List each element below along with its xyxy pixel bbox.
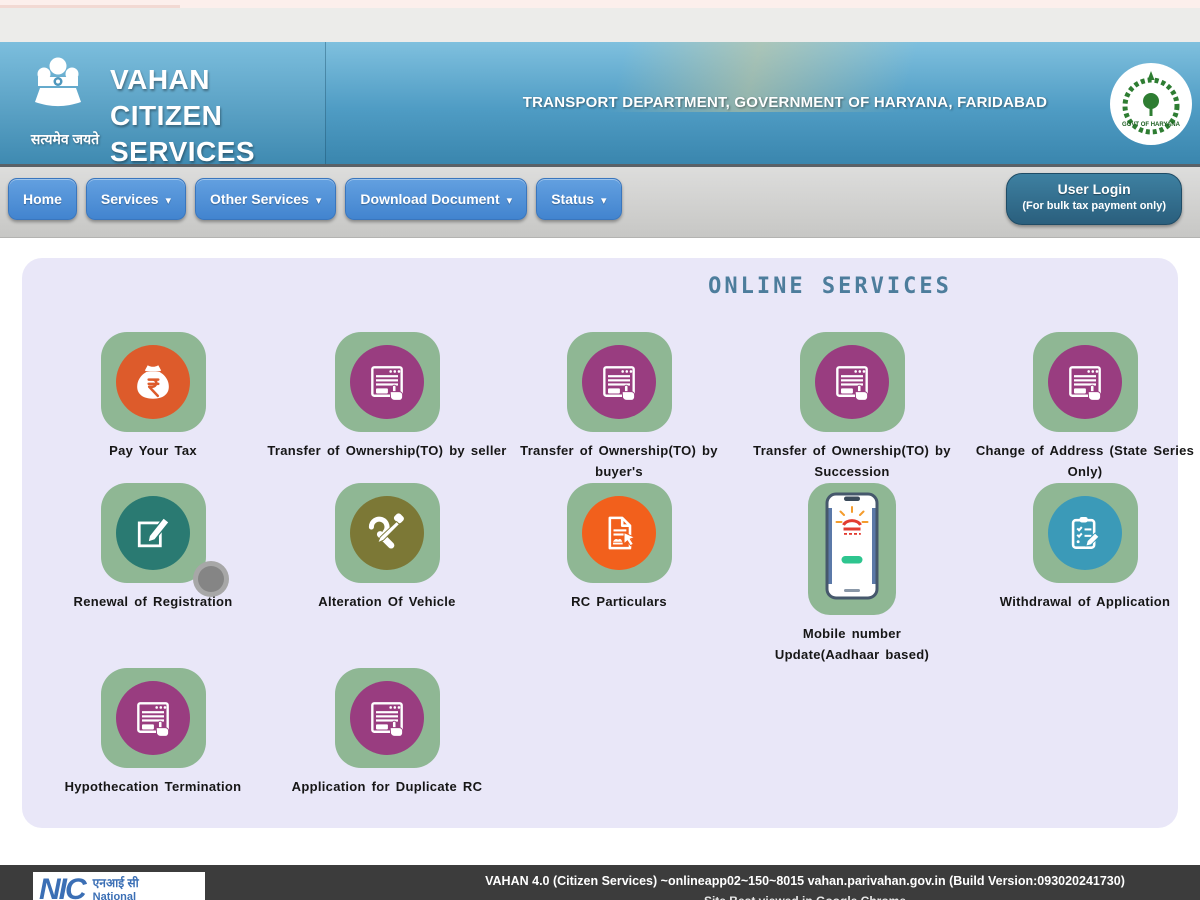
tile-label: Renewal of Registration xyxy=(33,591,273,612)
tile-box xyxy=(335,332,440,432)
footer-browser-note: Site Best viewed in Google Chrome xyxy=(410,894,1200,900)
nic-logo: NIC एनआई सी National xyxy=(33,872,205,900)
tile-label: Application for Duplicate RC xyxy=(267,776,507,797)
chevron-down-icon: ▾ xyxy=(316,194,322,207)
nav-services-button[interactable]: Services ▾ xyxy=(86,178,186,220)
user-login-label: User Login xyxy=(1022,181,1166,197)
nav-other-services-label: Other Services xyxy=(210,191,309,207)
online-services-panel: ONLINE SERVICES Pay Your Tax xyxy=(22,258,1178,828)
app-title-line2: SERVICES xyxy=(110,134,325,170)
edit-document-icon xyxy=(116,496,190,570)
tile-label: Withdrawal of Application xyxy=(965,591,1200,612)
nic-hindi-label: एनआई सी xyxy=(93,876,139,890)
page-title: ONLINE SERVICES xyxy=(690,274,970,299)
tile-box xyxy=(1033,483,1138,583)
tile-box xyxy=(335,483,440,583)
tile-label: Transfer of Ownership(TO) by seller xyxy=(267,440,507,461)
nav-download-document-button[interactable]: Download Document ▾ xyxy=(345,178,527,220)
header: सत्यमेव जयते VAHAN CITIZEN SERVICES TRAN… xyxy=(0,42,1200,167)
app-title: VAHAN CITIZEN SERVICES xyxy=(110,62,325,170)
tile-box xyxy=(567,332,672,432)
user-login-sublabel: (For bulk tax payment only) xyxy=(1022,200,1166,212)
tile-box xyxy=(808,483,896,615)
service-tile-pay-your-tax[interactable]: Pay Your Tax xyxy=(33,332,273,461)
tile-box xyxy=(101,668,206,768)
top-strip xyxy=(0,0,1200,8)
app-title-line1: VAHAN CITIZEN xyxy=(110,62,325,134)
tile-label: Alteration Of Vehicle xyxy=(267,591,507,612)
emblem-motto: सत्यमेव जयते xyxy=(10,130,120,149)
chevron-down-icon: ▾ xyxy=(166,194,172,207)
document-cursor-icon xyxy=(582,496,656,570)
service-tile-transfer-by-buyer[interactable]: Transfer of Ownership(TO) by buyer's xyxy=(499,332,739,482)
tile-label: Change of Address (State Series Only) xyxy=(965,440,1200,482)
nav-home-button[interactable]: Home xyxy=(8,178,77,220)
service-tile-transfer-by-succession[interactable]: Transfer of Ownership(TO) by Succession xyxy=(732,332,972,482)
browser-window-hand-icon xyxy=(582,345,656,419)
chevron-down-icon: ▾ xyxy=(507,194,513,207)
haryana-govt-logo: GOVT OF HARYANA xyxy=(1110,63,1192,145)
footer: NIC एनआई सी National VAHAN 4.0 (Citizen … xyxy=(0,865,1200,900)
aadhaar-phone-icon xyxy=(824,492,880,607)
clipboard-pencil-icon xyxy=(1048,496,1122,570)
footer-build-info: VAHAN 4.0 (Citizen Services) ~onlineapp0… xyxy=(410,874,1200,888)
tile-label: Mobile number Update(Aadhaar based) xyxy=(752,623,952,665)
tile-box xyxy=(567,483,672,583)
vahan-citizen-services-page: सत्यमेव जयते VAHAN CITIZEN SERVICES TRAN… xyxy=(0,0,1200,900)
tile-label: Hypothecation Termination xyxy=(33,776,273,797)
nav-services-label: Services xyxy=(101,191,159,207)
service-tile-withdrawal-of-application[interactable]: Withdrawal of Application xyxy=(965,483,1200,612)
rupee-money-bag-icon xyxy=(116,345,190,419)
national-emblem-icon xyxy=(26,50,90,131)
tile-label: Transfer of Ownership(TO) by buyer's xyxy=(499,440,739,482)
tile-label: Pay Your Tax xyxy=(33,440,273,461)
chevron-down-icon: ▾ xyxy=(601,194,607,207)
nav-download-document-label: Download Document xyxy=(360,191,499,207)
browser-window-hand-icon xyxy=(116,681,190,755)
service-tile-duplicate-rc[interactable]: Application for Duplicate RC xyxy=(267,668,507,797)
tile-box xyxy=(335,668,440,768)
tile-box xyxy=(1033,332,1138,432)
service-tile-renewal-of-registration[interactable]: Renewal of Registration xyxy=(33,483,273,612)
nic-english-label: National xyxy=(93,890,139,900)
browser-window-hand-icon xyxy=(1048,345,1122,419)
browser-window-hand-icon xyxy=(350,681,424,755)
service-tile-mobile-number-update[interactable]: Mobile number Update(Aadhaar based) xyxy=(732,483,972,665)
service-tile-rc-particulars[interactable]: RC Particulars xyxy=(499,483,739,612)
user-login-button[interactable]: User Login (For bulk tax payment only) xyxy=(1006,173,1182,225)
nic-logo-text: एनआई सी National xyxy=(93,876,139,900)
nav-status-label: Status xyxy=(551,191,594,207)
nic-logo-abbr: NIC xyxy=(39,875,85,900)
nav-status-button[interactable]: Status ▾ xyxy=(536,178,621,220)
navbar: Home Services ▾ Other Services ▾ Download … xyxy=(0,167,1200,238)
cursor-indicator xyxy=(193,561,229,597)
nav-home-label: Home xyxy=(23,191,62,207)
crossed-tools-icon xyxy=(350,496,424,570)
service-tile-hypothecation-termination[interactable]: Hypothecation Termination xyxy=(33,668,273,797)
tile-box xyxy=(101,332,206,432)
service-tile-alteration-of-vehicle[interactable]: Alteration Of Vehicle xyxy=(267,483,507,612)
haryana-logo-text: GOVT OF HARYANA xyxy=(1122,122,1181,128)
nav-other-services-button[interactable]: Other Services ▾ xyxy=(195,178,336,220)
browser-window-hand-icon xyxy=(815,345,889,419)
tile-label: RC Particulars xyxy=(499,591,739,612)
gray-strip xyxy=(0,8,1200,42)
header-brand-block: सत्यमेव जयते VAHAN CITIZEN SERVICES xyxy=(0,42,326,164)
tile-box xyxy=(800,332,905,432)
tile-label: Transfer of Ownership(TO) by Succession xyxy=(732,440,972,482)
service-tile-transfer-by-seller[interactable]: Transfer of Ownership(TO) by seller xyxy=(267,332,507,461)
service-tile-change-of-address[interactable]: Change of Address (State Series Only) xyxy=(965,332,1200,482)
tile-box xyxy=(101,483,206,583)
nav-buttons: Home Services ▾ Other Services ▾ Download … xyxy=(8,178,622,220)
browser-window-hand-icon xyxy=(350,345,424,419)
department-title: TRANSPORT DEPARTMENT, GOVERNMENT OF HARY… xyxy=(470,94,1100,111)
